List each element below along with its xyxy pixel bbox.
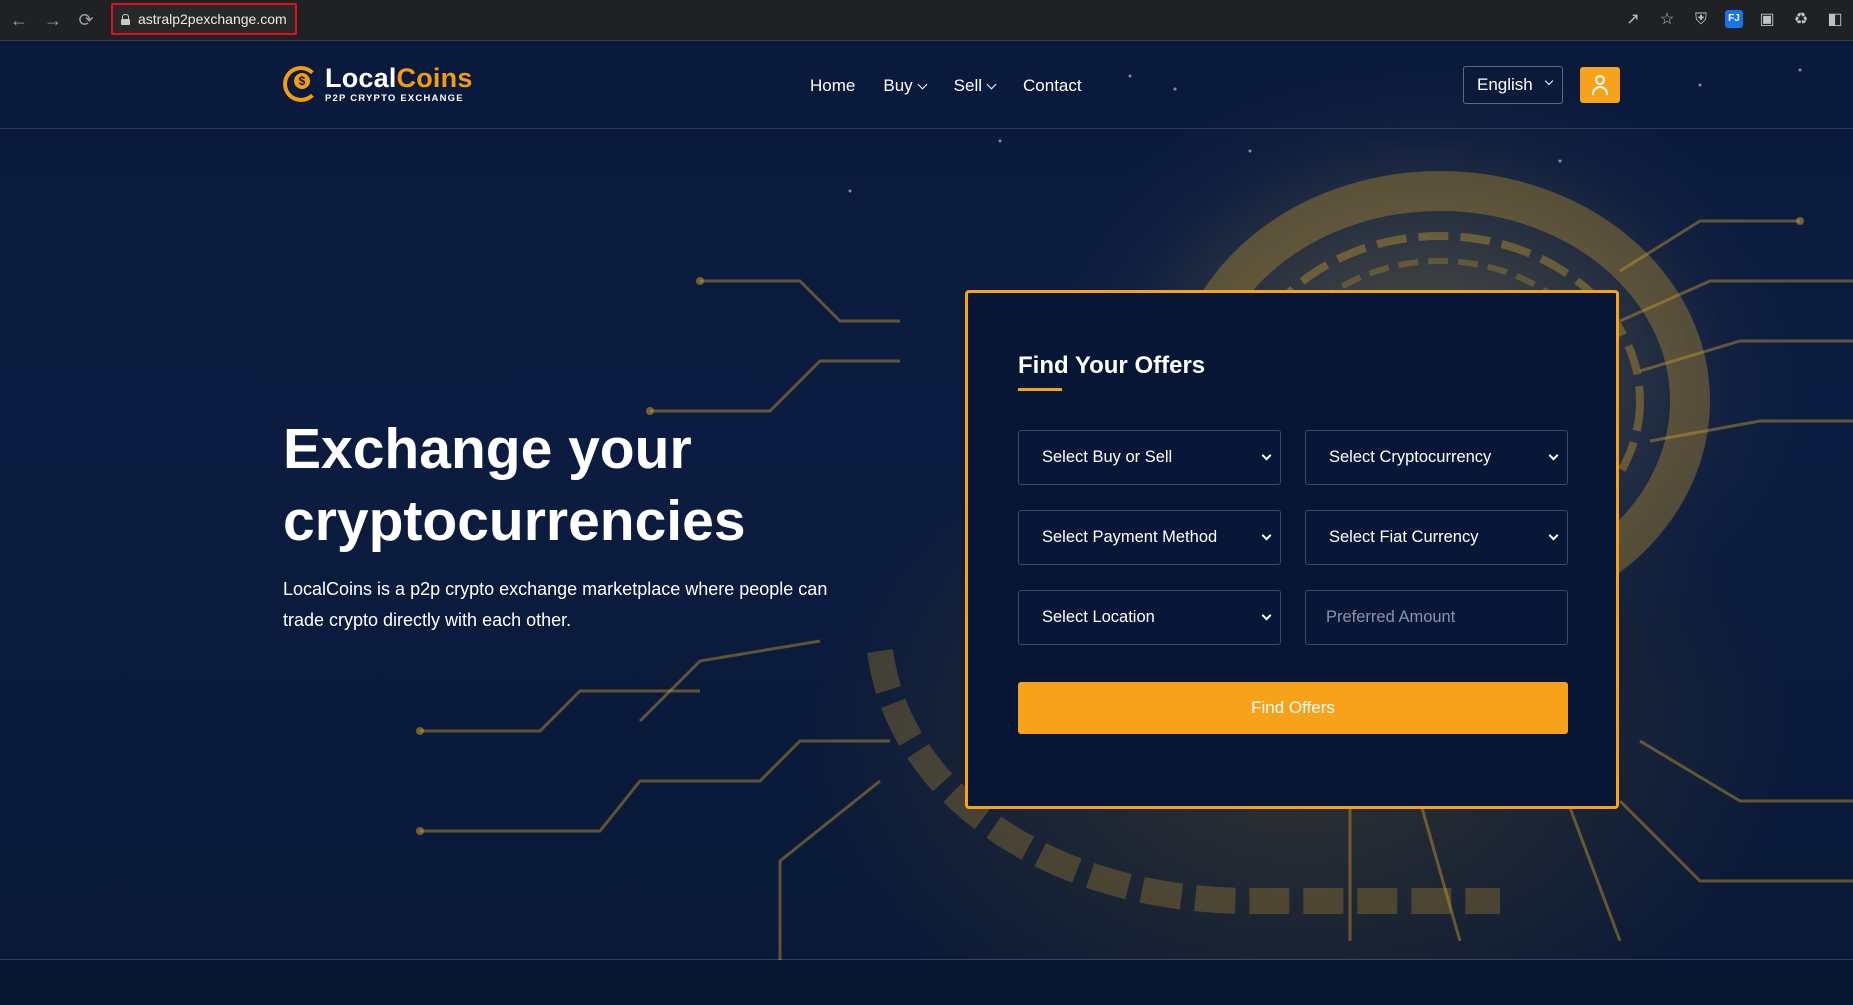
payment-method-select[interactable]: Select Payment Method <box>1018 510 1281 565</box>
browser-actions: ↗ ☆ ⛨ FJ ▣ ♻ ◧ <box>1623 10 1845 30</box>
forward-arrow-icon[interactable]: → <box>42 9 64 31</box>
chevron-down-icon <box>1261 610 1272 621</box>
website: LocalCoins P2P CRYPTO EXCHANGE Home Buy … <box>0 41 1853 1005</box>
site-header: LocalCoins P2P CRYPTO EXCHANGE Home Buy … <box>0 41 1853 129</box>
logo-text: LocalCoins P2P CRYPTO EXCHANGE <box>325 65 473 104</box>
fiat-currency-select[interactable]: Select Fiat Currency <box>1305 510 1568 565</box>
nav-sell[interactable]: Sell <box>954 76 997 96</box>
nav-buy[interactable]: Buy <box>883 76 928 96</box>
sidebar-icon[interactable]: ◧ <box>1825 10 1845 30</box>
share-icon[interactable]: ↗ <box>1623 10 1643 30</box>
shield-extension-icon[interactable]: ⛨ <box>1691 10 1711 30</box>
chevron-down-icon <box>1544 76 1554 86</box>
preferred-amount-input[interactable]: Preferred Amount <box>1305 590 1568 645</box>
fj-extension-icon[interactable]: FJ <box>1725 10 1743 28</box>
site-logo[interactable]: LocalCoins P2P CRYPTO EXCHANGE <box>283 65 473 104</box>
hero-title: Exchange your cryptocurrencies <box>283 417 746 553</box>
window-icon[interactable]: ▣ <box>1757 10 1777 30</box>
user-icon <box>1595 75 1605 85</box>
star-icon[interactable]: ☆ <box>1657 10 1677 30</box>
find-offers-card: Find Your Offers Select Buy or Sell Sele… <box>965 290 1619 809</box>
chevron-down-icon <box>986 79 997 89</box>
browser-toolbar: ← → ⟳ astralp2pexchange.com ↗ ☆ ⛨ FJ ▣ ♻… <box>0 0 1853 41</box>
nav-home[interactable]: Home <box>810 76 855 96</box>
next-section <box>0 960 1853 1005</box>
chevron-down-icon <box>1261 530 1272 541</box>
reload-icon[interactable]: ⟳ <box>75 9 97 31</box>
hero-description: LocalCoins is a p2p crypto exchange mark… <box>283 579 828 630</box>
offers-title: Find Your Offers <box>1018 352 1206 379</box>
buy-or-sell-select[interactable]: Select Buy or Sell <box>1018 430 1281 485</box>
chevron-down-icon <box>1261 450 1272 461</box>
chevron-down-icon <box>917 79 928 89</box>
find-offers-button[interactable]: Find Offers <box>1018 682 1568 734</box>
puzzle-icon[interactable]: ♻ <box>1791 10 1811 30</box>
user-account-button[interactable] <box>1580 67 1620 103</box>
nav-contact[interactable]: Contact <box>1023 76 1082 96</box>
address-bar[interactable]: astralp2pexchange.com <box>111 3 297 35</box>
location-select[interactable]: Select Location <box>1018 590 1281 645</box>
back-arrow-icon[interactable]: ← <box>8 9 30 31</box>
url-text: astralp2pexchange.com <box>138 11 287 27</box>
coin-logo-icon <box>283 66 319 103</box>
logo-tagline: P2P CRYPTO EXCHANGE <box>325 93 464 104</box>
main-nav: Home Buy Sell Contact <box>810 76 1082 96</box>
language-select[interactable]: English <box>1463 66 1563 104</box>
cryptocurrency-select[interactable]: Select Cryptocurrency <box>1305 430 1568 485</box>
chevron-down-icon <box>1548 530 1559 541</box>
lock-icon[interactable] <box>121 13 130 25</box>
logo-wordmark: LocalCoins <box>325 63 473 93</box>
chevron-down-icon <box>1548 450 1559 461</box>
title-underline <box>1018 388 1062 391</box>
